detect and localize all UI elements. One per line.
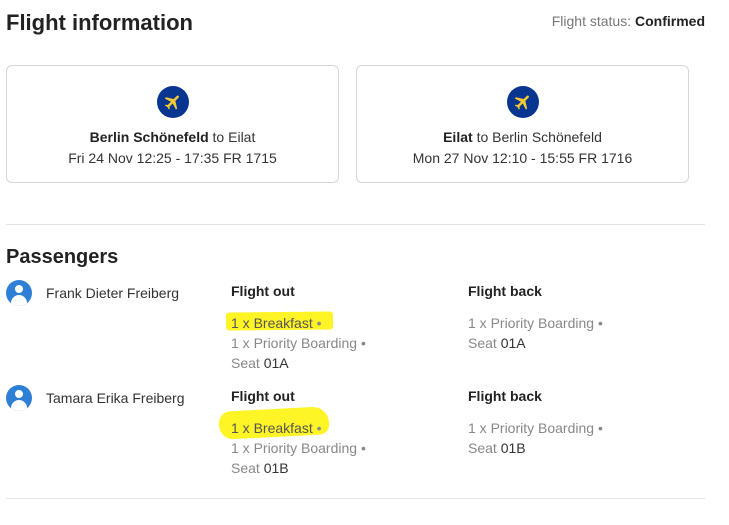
avatar	[6, 385, 32, 411]
flight-card-outbound[interactable]: Berlin Schönefeld to Eilat Fri 24 Nov 12…	[6, 65, 339, 183]
route-connector: to	[212, 129, 225, 145]
route-outbound: Berlin Schönefeld to Eilat	[7, 129, 338, 145]
service-item: 1 x Priority Boarding •	[231, 440, 366, 456]
seat-info: Seat 01A	[231, 355, 289, 371]
flight-out-heading: Flight out	[231, 388, 295, 404]
route-origin: Eilat	[443, 129, 473, 145]
seat-info: Seat 01A	[468, 335, 526, 351]
route-connector: to	[476, 129, 489, 145]
flight-back-heading: Flight back	[468, 283, 542, 299]
plane-icon	[156, 86, 189, 118]
plane-icon	[506, 86, 539, 118]
flight-times-return: Mon 27 Nov 12:10 - 15:55 FR 1716	[412, 150, 633, 166]
flight-out-heading: Flight out	[231, 283, 295, 299]
passengers-title: Passengers	[6, 246, 119, 268]
flight-card-return[interactable]: Eilat to Berlin Schönefeld Mon 27 Nov 12…	[356, 65, 689, 183]
avatar	[6, 280, 32, 306]
route-return: Eilat to Berlin Schönefeld	[357, 129, 688, 145]
passenger-name: Tamara Erika Freiberg	[46, 390, 185, 406]
seat-info: Seat 01B	[468, 440, 526, 456]
page-title: Flight information	[6, 10, 193, 35]
flight-status-label: Flight status:	[551, 13, 632, 29]
flight-status-value: Confirmed	[635, 13, 705, 29]
service-item: 1 x Priority Boarding •	[468, 315, 603, 331]
passenger-name: Frank Dieter Freiberg	[46, 285, 180, 301]
route-origin: Berlin Schönefeld	[89, 129, 209, 145]
service-item: 1 x Breakfast •	[231, 420, 322, 436]
seat-info: Seat 01B	[231, 460, 289, 476]
flight-times-outbound: Fri 24 Nov 12:25 - 17:35 FR 1715	[68, 150, 277, 166]
service-item: 1 x Priority Boarding •	[468, 420, 603, 436]
service-item: 1 x Breakfast •	[231, 315, 322, 331]
flight-status: Flight status: Confirmed	[552, 13, 705, 29]
flight-back-heading: Flight back	[468, 388, 542, 404]
route-destination: Berlin Schönefeld	[492, 129, 602, 145]
section-divider	[6, 498, 705, 499]
route-destination: Eilat	[228, 129, 256, 145]
section-divider	[6, 224, 705, 225]
service-item: 1 x Priority Boarding •	[231, 335, 366, 351]
